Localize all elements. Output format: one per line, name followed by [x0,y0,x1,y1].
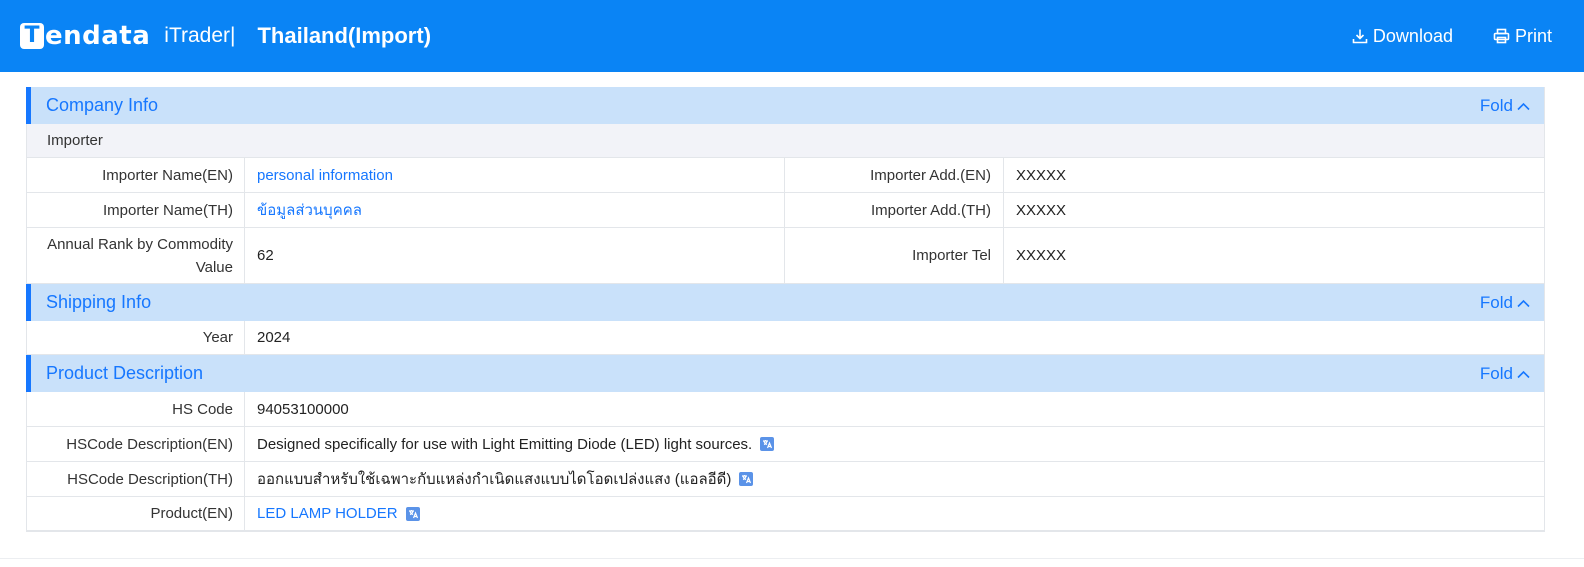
chevron-up-icon [1517,293,1530,313]
importer-add-th: XXXXX [1016,201,1067,219]
hs-description-th-text: ออกแบบสำหรับใช้เฉพาะกับแหล่งกำเนิดแสงแบบ… [257,471,732,488]
importer-name-en-link[interactable]: personal information [257,167,393,184]
shipping-fold-toggle[interactable]: Fold [1480,293,1530,313]
table-row: Importer Name(TH) ข้อมูลส่วนบุคคล Import… [26,193,1544,228]
logo-text: endata [45,21,151,51]
printer-icon [1493,28,1510,44]
product-fold-toggle[interactable]: Fold [1480,364,1530,384]
importer-subhead: Importer [26,124,1544,158]
hs-description-en-text: Designed specifically for use with Light… [257,435,753,453]
translate-icon[interactable] [760,437,775,451]
print-label: Print [1514,25,1552,46]
importer-tel-value: XXXXX [1016,247,1067,264]
field-label: Importer Add.(EN) [785,158,1004,192]
fold-label: Fold [1479,292,1513,312]
importer-name-en: personal information [245,158,785,192]
translate-icon[interactable] [739,472,754,486]
field-label: Importer Add.(TH) [785,193,1004,227]
field-label: Annual Rank by Commodity Value [27,228,245,283]
field-label: Product(EN) [27,497,245,530]
product-description-header: Product Description Fold [26,355,1544,392]
top-bar: T endata iTrader| Thailand(Import) Downl… [0,0,1584,72]
table-row: HSCode Description(TH) ออกแบบสำหรับใช้เฉ… [26,462,1544,497]
fold-label: Fold [1479,95,1513,115]
hs-description-th: ออกแบบสำหรับใช้เฉพาะกับแหล่งกำเนิดแสงแบบ… [245,462,1544,496]
field-label: Importer Tel [785,228,1004,283]
product-name: iTrader| [164,24,236,47]
field-label: HS Code [27,392,245,426]
download-button[interactable]: Download [1352,26,1453,47]
translate-icon[interactable] [405,506,420,521]
field-label: HSCode Description(TH) [27,462,245,496]
chevron-up-icon [1517,96,1530,116]
chevron-up-icon [1517,364,1530,384]
download-icon [1352,28,1368,44]
logo-mark: T [20,23,44,49]
company-info-header: Company Info Fold [26,87,1544,124]
page-title: Thailand(Import) [257,23,432,48]
section-title: Company Info [46,95,159,115]
year-value: 2024 [257,329,291,346]
section-title: Product Description [46,363,204,383]
detail-panel: Company Info Fold Importer Importer Name… [26,87,1545,532]
table-row: HS Code 94053100000 [26,392,1544,427]
hs-code-value: 94053100000 [257,400,349,418]
table-row: Year 2024 [26,321,1544,355]
footer-divider [0,558,1584,559]
importer-add-en: XXXXX [1016,166,1067,184]
shipping-info-header: Shipping Info Fold [26,284,1544,321]
tendata-logo[interactable]: T endata [20,21,150,51]
top-actions: Download Print [1352,0,1552,72]
field-label: Importer Name(TH) [27,193,245,227]
annual-rank-value: 62 [245,228,785,283]
company-fold-toggle[interactable]: Fold [1480,96,1530,116]
field-label: Year [27,321,245,354]
section-title: Shipping Info [46,292,152,312]
importer-name-th-link[interactable]: ข้อมูลส่วนบุคคล [257,198,362,222]
field-label: HSCode Description(EN) [27,427,245,461]
product-en-link[interactable]: LED LAMP HOLDER [257,505,398,522]
table-row: HSCode Description(EN) Designed specific… [26,427,1544,462]
table-row: Annual Rank by Commodity Value 62 Import… [26,228,1544,284]
fold-label: Fold [1479,363,1513,383]
importer-name-th: ข้อมูลส่วนบุคคล [245,193,785,227]
print-button[interactable]: Print [1493,26,1552,47]
download-label: Download [1372,25,1453,46]
table-row: Importer Name(EN) personal information I… [26,158,1544,193]
field-label: Importer Name(EN) [27,158,245,192]
hs-description-en: Designed specifically for use with Light… [245,427,1544,461]
table-row: Product(EN) LED LAMP HOLDER [26,497,1544,531]
product-en: LED LAMP HOLDER [245,497,1544,530]
